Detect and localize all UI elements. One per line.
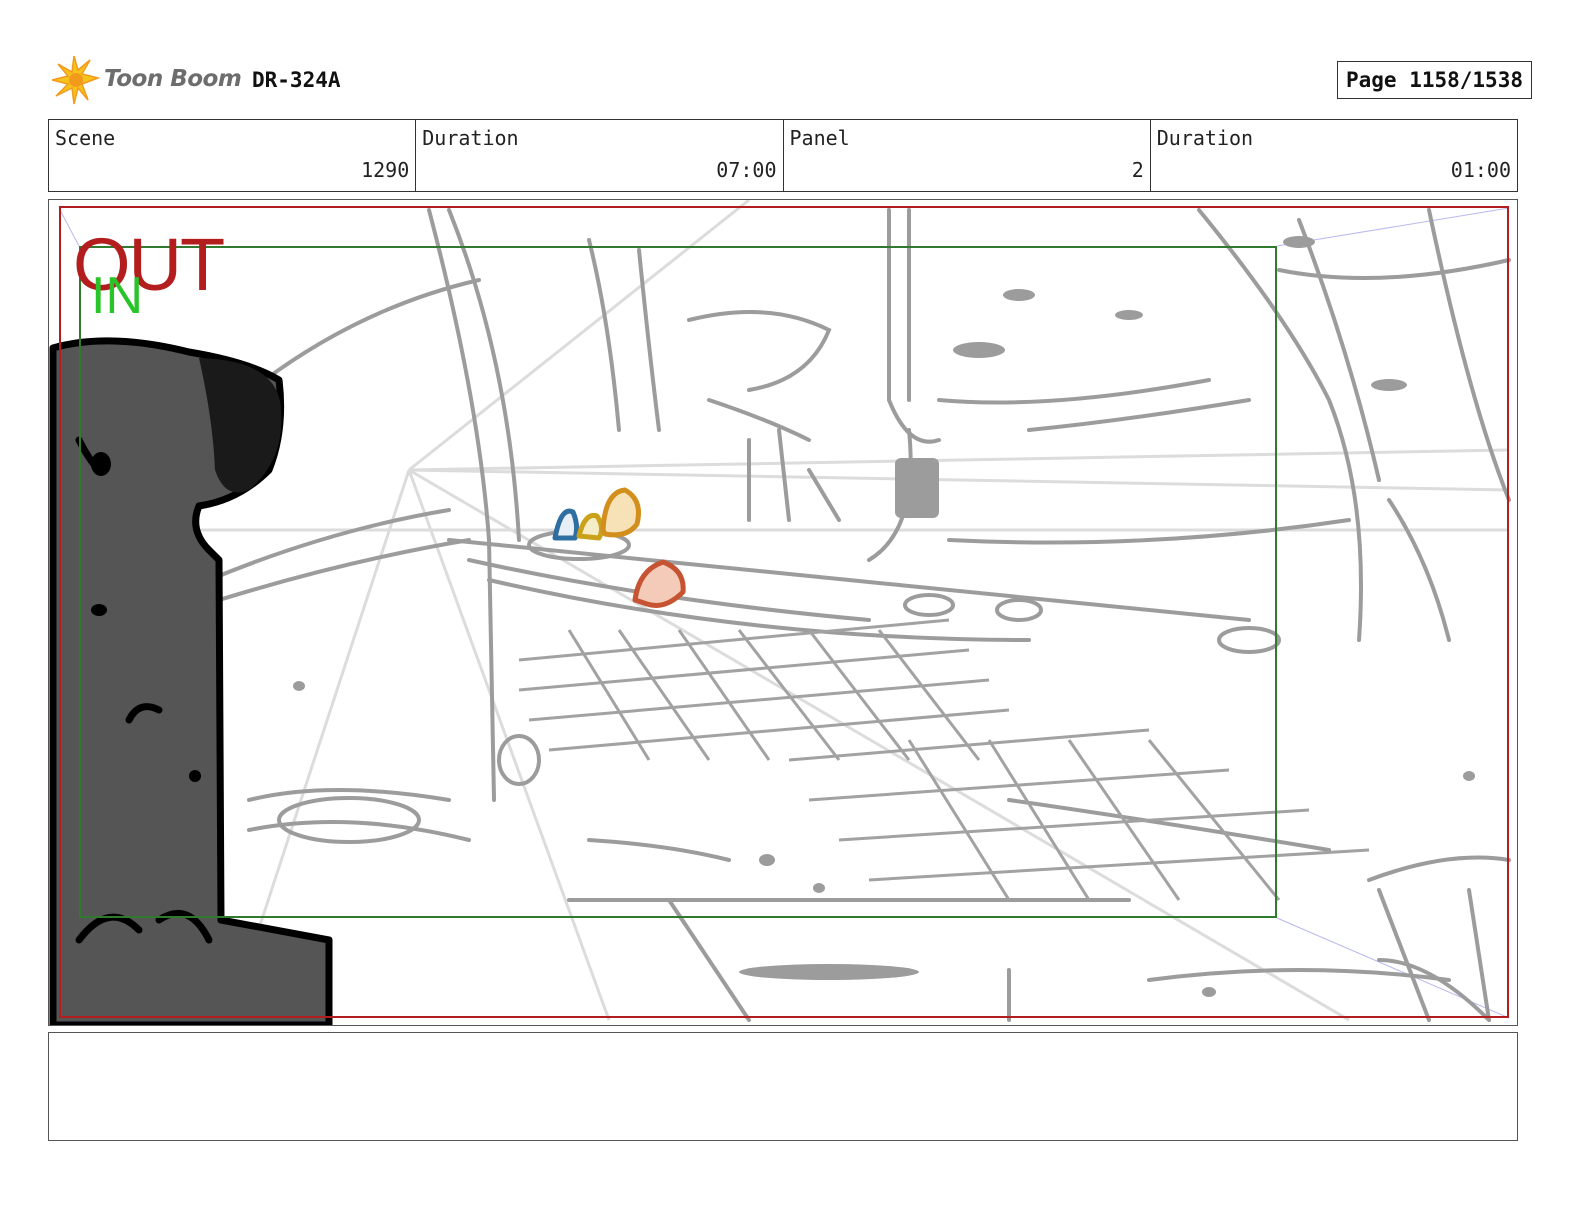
toon-boom-logo: Toon Boom <box>52 54 242 106</box>
in-frame-border <box>79 246 1277 918</box>
panel-cell: Panel 2 <box>784 120 1151 191</box>
panel-duration-value: 01:00 <box>1450 158 1511 182</box>
scene-duration-cell: Duration 07:00 <box>416 120 784 191</box>
logo-wordmark: Toon Boom <box>104 66 242 92</box>
storyboard-panel: OUT IN <box>48 199 1518 1026</box>
in-frame-label: IN <box>91 267 143 325</box>
scene-label: Scene <box>55 126 116 150</box>
scene-value: 1290 <box>361 158 410 182</box>
storyboard-header: Toon Boom DR-324A Page 1158/1538 <box>52 54 1532 106</box>
panel-duration-label: Duration <box>1156 126 1254 150</box>
page-indicator: Page 1158/1538 <box>1336 61 1532 99</box>
document-id: DR-324A <box>252 68 341 92</box>
starburst-icon <box>52 56 101 105</box>
scene-cell: Scene 1290 <box>49 120 417 191</box>
panel-duration-cell: Duration 01:00 <box>1151 120 1517 191</box>
scene-info-table: Scene 1290 Duration 07:00 Panel 2 Durati… <box>48 119 1518 192</box>
panel-label: Panel <box>789 126 850 150</box>
scene-duration-label: Duration <box>422 126 519 150</box>
panel-notes-box[interactable] <box>48 1032 1518 1141</box>
scene-duration-value: 07:00 <box>716 158 777 182</box>
panel-value: 2 <box>1131 158 1144 182</box>
